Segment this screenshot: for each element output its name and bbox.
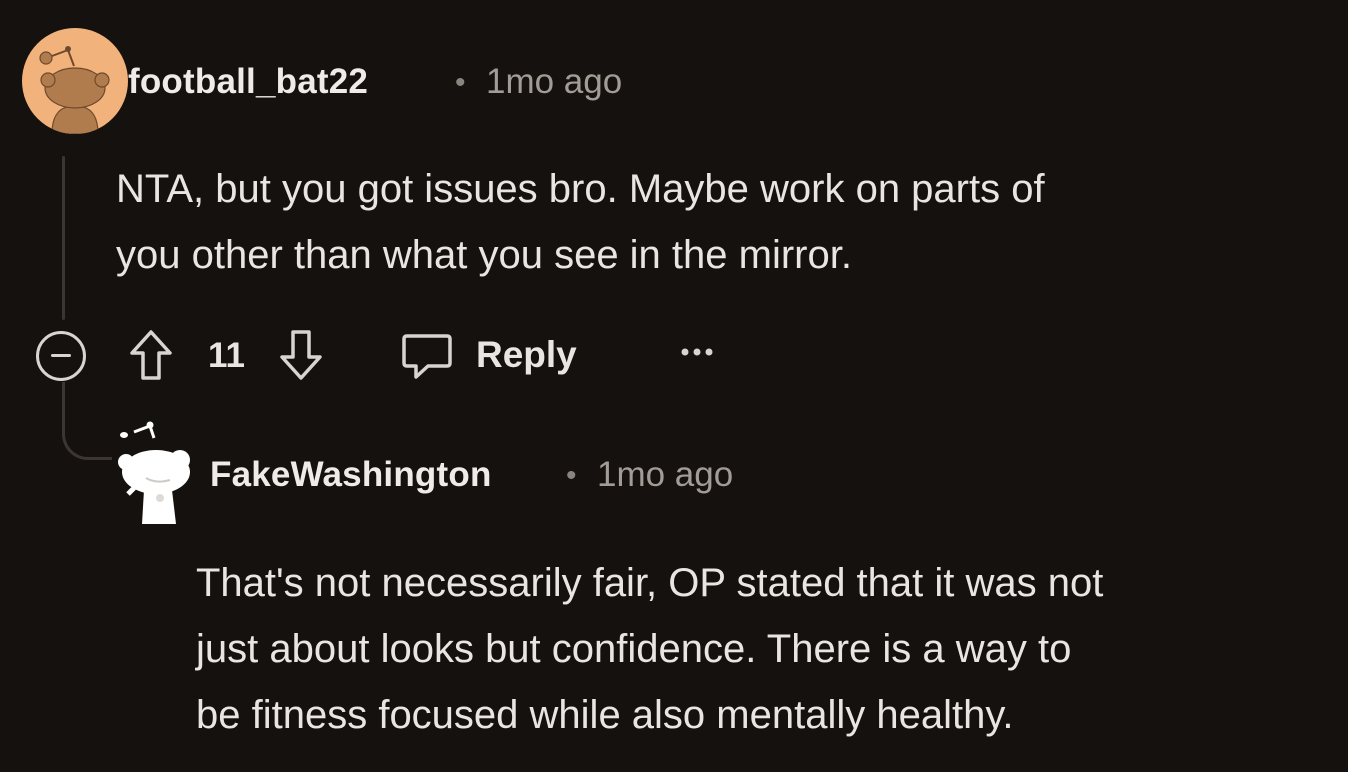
snoo-avatar-icon bbox=[22, 28, 128, 134]
comment-body-line: just about looks but confidence. There i… bbox=[196, 627, 1072, 671]
reply-button-icon[interactable] bbox=[400, 332, 454, 382]
comment-username[interactable]: FakeWashington bbox=[210, 455, 492, 495]
comment-timestamp[interactable]: 1mo ago bbox=[597, 455, 733, 495]
avatar-fakewashington[interactable] bbox=[116, 420, 196, 528]
arrow-up-outline-icon bbox=[130, 330, 172, 380]
speech-bubble-icon bbox=[402, 334, 452, 379]
reply-button[interactable]: Reply bbox=[476, 334, 577, 376]
comment-body: NTA, but you got issues bro. Maybe work … bbox=[116, 156, 1045, 288]
collapse-thread-button[interactable] bbox=[36, 331, 86, 381]
comment-body-line: NTA, but you got issues bro. Maybe work … bbox=[116, 167, 1045, 211]
separator-dot: • bbox=[566, 459, 577, 492]
ellipsis-icon bbox=[681, 348, 713, 356]
downvote-button[interactable] bbox=[276, 328, 326, 382]
thread-line[interactable] bbox=[62, 156, 65, 320]
comment-username[interactable]: football_bat22 bbox=[128, 62, 368, 102]
snoo-avatar-icon bbox=[118, 421, 190, 524]
arrow-down-outline-icon bbox=[280, 330, 322, 380]
comment-timestamp[interactable]: 1mo ago bbox=[486, 62, 622, 102]
comment-body-line: That's not necessarily fair, OP stated t… bbox=[196, 561, 1104, 605]
comment-body-line: be fitness focused while also mentally h… bbox=[196, 693, 1014, 737]
vote-score: 11 bbox=[208, 336, 245, 375]
comment-body-line: you other than what you see in the mirro… bbox=[116, 233, 852, 277]
avatar-football-bat22[interactable] bbox=[22, 28, 128, 134]
more-options-button[interactable] bbox=[678, 342, 716, 362]
comment-body: That's not necessarily fair, OP stated t… bbox=[196, 550, 1103, 748]
thread-connector-curve bbox=[62, 410, 112, 460]
upvote-button[interactable] bbox=[128, 328, 174, 382]
separator-dot: • bbox=[455, 66, 466, 99]
